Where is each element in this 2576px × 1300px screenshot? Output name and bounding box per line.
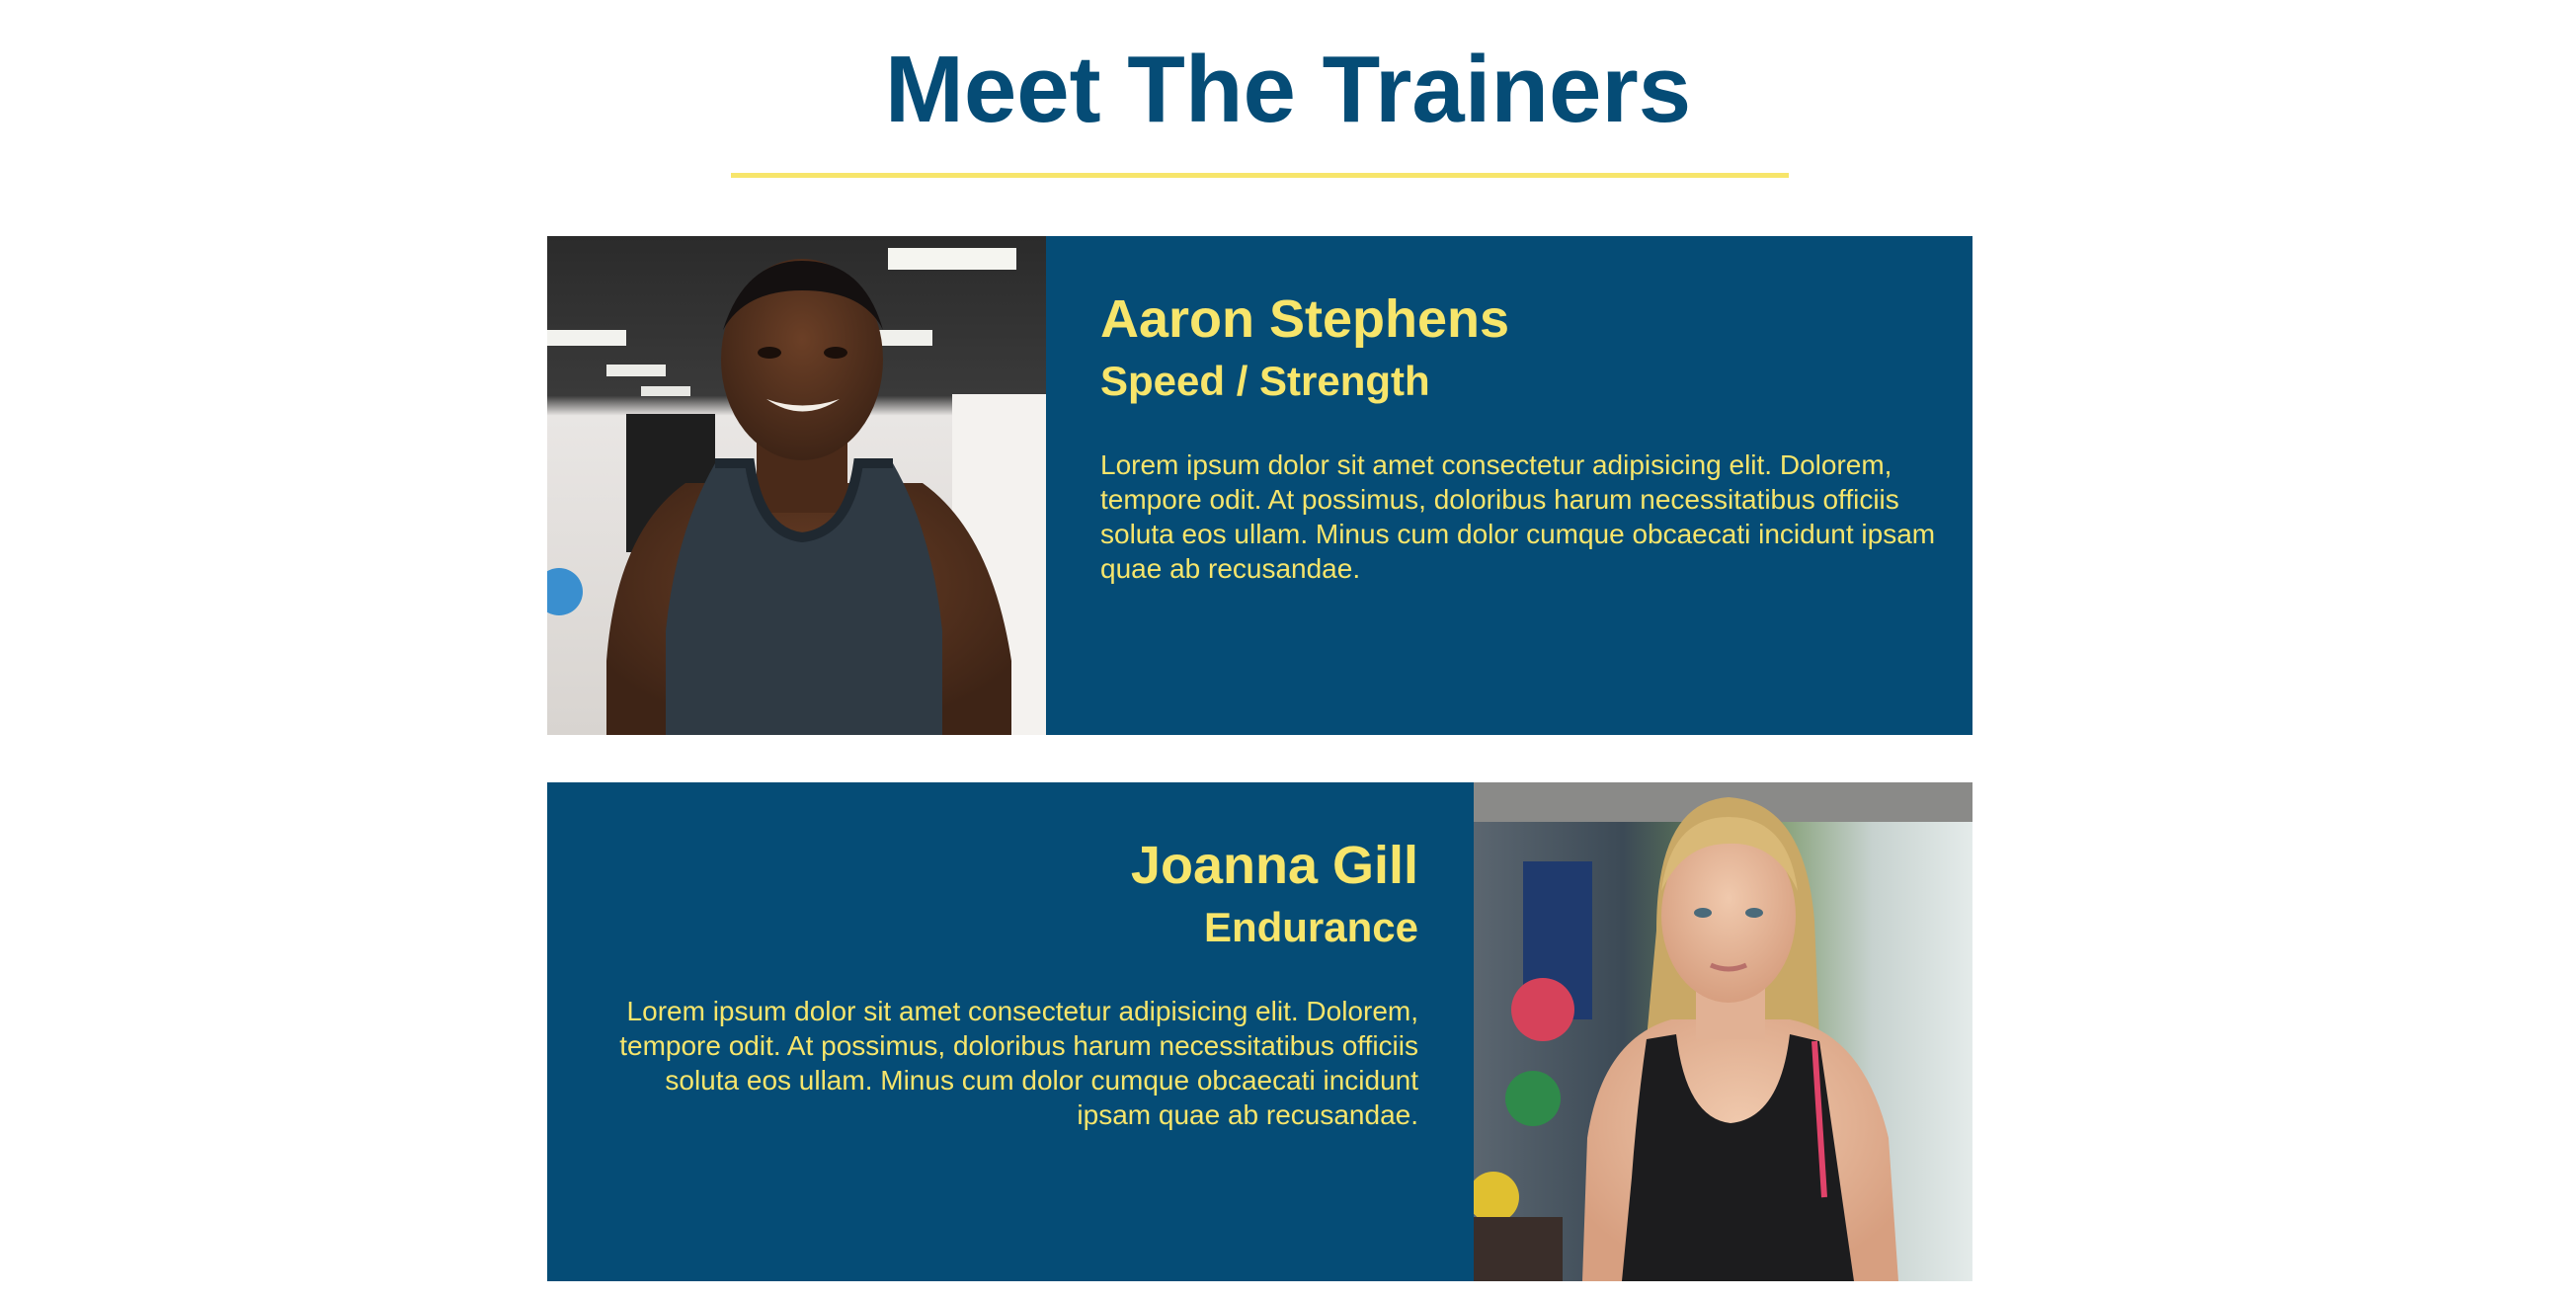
trainer-photo [547,236,1046,735]
trainer-card-aaron-stephens: Aaron Stephens Speed / Strength Lorem ip… [547,236,1972,735]
title-underline [731,173,1789,178]
trainer-name: Joanna Gill [1130,836,1418,895]
trainer-specialty: Speed / Strength [1100,358,1430,404]
trainer-name: Aaron Stephens [1100,289,1510,349]
woman-in-tank-top-gym-photo [1474,782,1972,1281]
trainer-card-joanna-gill: Joanna Gill Endurance Lorem ipsum dolor … [547,782,1972,1281]
trainer-photo [1474,782,1972,1281]
man-in-tank-top-gym-photo [547,236,1046,735]
page-title: Meet The Trainers [884,37,1692,142]
trainer-bio: Lorem ipsum dolor sit amet consectetur a… [619,996,1418,1130]
trainer-specialty: Endurance [1203,904,1418,950]
trainer-bio: Lorem ipsum dolor sit amet consectetur a… [1100,449,1936,584]
